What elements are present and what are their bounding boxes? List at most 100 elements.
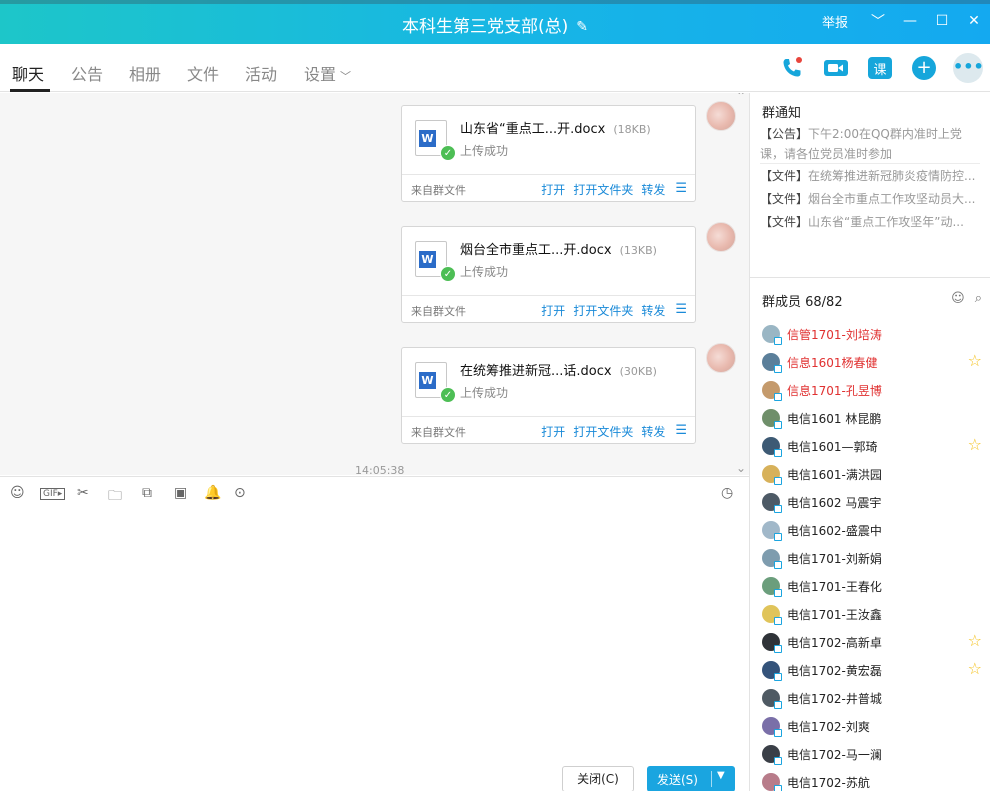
menu-icon[interactable]: ☰: [675, 302, 687, 319]
device-icon: [774, 337, 782, 345]
tab-files[interactable]: 文件: [187, 61, 219, 85]
member-row[interactable]: 电信1701-王汝鑫: [762, 600, 982, 628]
member-row[interactable]: 电信1602-盛震中: [762, 516, 982, 544]
member-name: 电信1701-王春化: [787, 580, 882, 594]
title-bar[interactable]: 本科生第三党支部(总) ✎ 举报 ﹀ — ☐ ✕: [0, 0, 990, 44]
message-input[interactable]: [0, 510, 750, 791]
member-row[interactable]: 信息1701-孔昱博: [762, 376, 982, 404]
file-message[interactable]: W ✓ 烟台全市重点工...开.docx (13KB) 上传成功 来自群文件 打开 …: [401, 226, 696, 323]
chevron-down-icon: ﹀: [340, 70, 352, 83]
folder-icon[interactable]: 🗀: [108, 485, 122, 509]
member-name: 信管1701-刘培涛: [787, 328, 882, 342]
send-label: 发送(S): [657, 773, 698, 787]
bell-icon[interactable]: 🔔: [204, 485, 221, 501]
file-message[interactable]: W ✓ 在统筹推进新冠...话.docx (30KB) 上传成功 来自群文件 打开 …: [401, 347, 696, 444]
window-controls: 举报 ﹀ — ☐ ✕: [822, 8, 990, 34]
open-folder-link[interactable]: 打开文件夹: [573, 423, 633, 440]
image-icon[interactable]: ▣: [174, 485, 187, 501]
add-app-button[interactable]: +: [902, 52, 946, 84]
pencil-icon[interactable]: ✎: [576, 19, 588, 35]
invite-icon[interactable]: ☺: [951, 291, 965, 306]
open-link[interactable]: 打开: [541, 302, 565, 319]
file-actions: 打开 打开文件夹 转发 ☰: [533, 302, 687, 319]
collapse-up-icon[interactable]: ⌃: [736, 93, 746, 103]
file-message[interactable]: W ✓ 山东省“重点工...开.docx (18KB) 上传成功 来自群文件 打开 …: [401, 105, 696, 202]
device-icon: [774, 533, 782, 541]
avatar: [762, 689, 782, 709]
sticker-icon[interactable]: ⧉: [142, 485, 152, 501]
member-row[interactable]: 电信1702-黄宏磊 ☆: [762, 656, 982, 684]
tab-chat[interactable]: 聊天: [12, 61, 44, 85]
device-icon: [774, 757, 782, 765]
more-button[interactable]: •••: [946, 52, 990, 84]
report-button[interactable]: 举报: [822, 12, 848, 31]
member-row[interactable]: 电信1701-刘新娟: [762, 544, 982, 572]
menu-icon[interactable]: ☰: [675, 423, 687, 440]
notice-file-item[interactable]: 【文件】烟台全市重点工作攻坚动员大...: [760, 190, 982, 207]
open-folder-link[interactable]: 打开文件夹: [573, 302, 633, 319]
send-button[interactable]: 发送(S) ▼: [647, 766, 735, 791]
emoji-icon[interactable]: ☺: [10, 485, 25, 501]
member-list-panel: 群成员 68/82 ☺ ⌕ 信管1701-刘培涛 信息1601杨春健 ☆ 信息1701-…: [750, 278, 990, 791]
word-file-icon: W ✓: [415, 120, 456, 161]
course-label: 课: [868, 57, 892, 79]
chat-message-area[interactable]: ⌃ W ✓ 山东省“重点工...开.docx (18KB) 上传成功 来自群文件 打…: [0, 93, 750, 475]
search-icon[interactable]: ⌕: [975, 291, 982, 306]
tab-settings[interactable]: 设置 ﹀: [304, 61, 351, 85]
check-icon: ✓: [440, 387, 456, 403]
avatar: [762, 661, 782, 681]
file-name-text: 在统筹推进新冠...话.docx: [460, 364, 612, 379]
member-row[interactable]: 电信1702-苏航: [762, 768, 982, 791]
voice-call-button[interactable]: [770, 52, 814, 84]
close-chat-button[interactable]: 关闭(C): [562, 766, 634, 791]
menu-icon[interactable]: ☰: [675, 181, 687, 198]
scissors-icon[interactable]: ✂: [77, 485, 89, 501]
notice-file-item[interactable]: 【文件】在统筹推进新冠肺炎疫情防控...: [760, 167, 982, 184]
check-icon: ✓: [440, 145, 456, 161]
member-row[interactable]: 信管1701-刘培涛: [762, 320, 982, 348]
avatar[interactable]: [706, 222, 736, 252]
tab-album[interactable]: 相册: [129, 61, 161, 85]
clock-icon[interactable]: ◷: [721, 485, 733, 501]
file-actions: 打开 打开文件夹 转发 ☰: [533, 181, 687, 198]
device-icon: [774, 645, 782, 653]
member-row[interactable]: 信息1601杨春健 ☆: [762, 348, 982, 376]
file-name-text: 山东省“重点工...开.docx: [460, 122, 606, 137]
tab-activity[interactable]: 活动: [245, 61, 277, 85]
member-row[interactable]: 电信1702-高新卓 ☆: [762, 628, 982, 656]
notice-announcement[interactable]: 【公告】下午2:00在QQ群内准时上党课，请各位党员准时参加: [760, 124, 982, 164]
course-button[interactable]: 课: [858, 52, 902, 84]
forward-link[interactable]: 转发: [641, 181, 665, 198]
minimize-button[interactable]: —: [894, 13, 926, 29]
notice-file-item[interactable]: 【文件】山东省“重点工作攻坚年”动...: [760, 213, 982, 230]
member-row[interactable]: 电信1701-王春化: [762, 572, 982, 600]
open-link[interactable]: 打开: [541, 181, 565, 198]
more-circle-icon[interactable]: ⊙: [234, 485, 246, 501]
member-row[interactable]: 电信1702-马一澜: [762, 740, 982, 768]
avatar[interactable]: [706, 343, 736, 373]
video-call-button[interactable]: [814, 52, 858, 84]
member-row[interactable]: 电信1601 林昆鹏: [762, 404, 982, 432]
member-row[interactable]: 电信1702-刘爽: [762, 712, 982, 740]
chevron-down-icon[interactable]: ﹀: [862, 11, 894, 31]
member-row[interactable]: 电信1601—郭琦 ☆: [762, 432, 982, 460]
close-button[interactable]: ✕: [958, 13, 990, 29]
forward-link[interactable]: 转发: [641, 423, 665, 440]
open-folder-link[interactable]: 打开文件夹: [573, 181, 633, 198]
forward-link[interactable]: 转发: [641, 302, 665, 319]
tab-announcement[interactable]: 公告: [71, 61, 103, 85]
gif-icon[interactable]: GIF▸: [40, 488, 66, 500]
message-timestamp: 14:05:38: [355, 464, 405, 475]
star-icon: ☆: [967, 435, 982, 454]
member-name: 电信1702-马一澜: [787, 748, 882, 762]
member-row[interactable]: 电信1601-满洪园: [762, 460, 982, 488]
member-row[interactable]: 电信1602 马震宇: [762, 488, 982, 516]
notice-text: 在统筹推进新冠肺炎疫情防控...: [808, 169, 976, 183]
avatar[interactable]: [706, 101, 736, 131]
maximize-button[interactable]: ☐: [926, 13, 958, 29]
chevron-down-icon[interactable]: ▼: [717, 770, 725, 781]
avatar: [762, 717, 782, 737]
collapse-down-icon[interactable]: ⌄: [736, 461, 746, 475]
open-link[interactable]: 打开: [541, 423, 565, 440]
member-row[interactable]: 电信1702-井普城: [762, 684, 982, 712]
